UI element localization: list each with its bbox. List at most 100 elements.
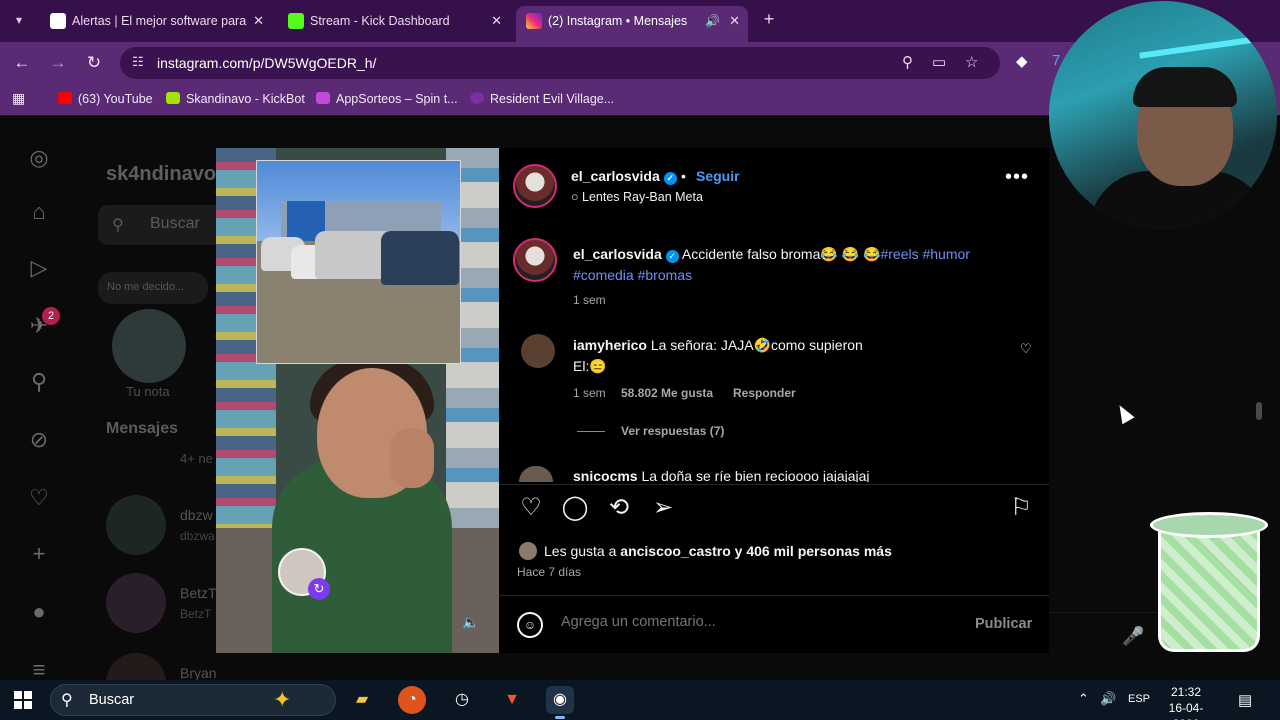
copilot-sparkle-icon: ✦ [273,687,292,712]
note-bubble[interactable]: No me decido... [98,272,208,304]
likes-user[interactable]: anciscoo_castro [620,543,731,559]
webcam-overlay [1049,1,1277,229]
like-comment-heart-icon[interactable]: ♡ [1020,341,1032,357]
hashtag[interactable]: #comedia [573,267,634,283]
save-bookmark-icon[interactable]: ⚐ [1007,494,1035,522]
divider [499,595,1049,596]
avatar [106,573,166,633]
tab-alertas[interactable]: Alertas | El mejor software para ✕ [40,6,272,36]
app-orange-icon[interactable]: ◔ [398,686,426,714]
comment-input[interactable] [561,614,941,630]
tab-search-menu-icon[interactable]: ▾ [8,9,30,31]
bin-body [1158,526,1260,652]
reply-button[interactable]: Responder [733,386,796,400]
install-app-icon[interactable]: ▭ [932,53,946,71]
view-replies-button[interactable]: Ver respuestas (7) [621,424,724,438]
reels-icon[interactable]: ▷ [26,255,52,281]
home-icon[interactable]: ⌂ [26,199,52,225]
likes-summary[interactable]: Les gusta a anciscoo_castro y 406 mil pe… [544,543,892,559]
clock[interactable]: 21:32 16-04-2026 [1156,684,1216,720]
file-explorer-icon[interactable]: ▰ [348,686,376,714]
conversation-name: Bryan [180,665,217,681]
tray-chevron-icon[interactable]: ⌃ [1078,691,1089,707]
microphone-icon[interactable]: 🎤 [1122,626,1144,647]
hashtag[interactable]: #reels [880,246,918,262]
like-heart-icon[interactable]: ♡ [517,494,545,522]
speaker-icon[interactable]: 🔊 [705,6,720,36]
commenter-avatar[interactable] [519,466,553,482]
note-avatar[interactable] [112,309,186,383]
tab-kick[interactable]: Stream - Kick Dashboard ✕ [278,6,510,36]
hashtag[interactable]: #bromas [638,267,692,283]
comment-likes[interactable]: 58.802 Me gusta [621,386,713,400]
apps-grid-icon[interactable]: ▦ [12,90,25,107]
brave-icon[interactable]: ▼ [498,686,526,714]
liker-avatar[interactable] [517,540,539,562]
account-username[interactable]: sk4ndinavo [106,163,216,186]
bookmark-resident-evil[interactable]: Resident Evil Village... [470,92,614,106]
comment-body-line2: El:😑 [573,358,607,374]
close-tab-icon[interactable]: ✕ [491,6,502,36]
notifications-heart-icon[interactable]: ♡ [26,485,52,511]
emoji-icon[interactable]: ☺ [517,612,543,638]
bookmark-kickbot[interactable]: Skandinavo - KickBot [166,92,305,106]
close-tab-icon[interactable]: ✕ [253,6,264,36]
bookmark-appsorteos[interactable]: AppSorteos – Spin t... [316,92,458,106]
close-tab-icon[interactable]: ✕ [729,6,740,36]
extension-icon[interactable]: ◆ [1016,52,1028,70]
bookmark-star-icon[interactable]: ☆ [965,53,978,71]
author-username[interactable]: el_carlosvida ✓ [571,168,677,185]
volume-icon[interactable]: 🔈 [462,614,479,631]
caption-avatar[interactable] [513,238,557,282]
comment-text: iamyherico La señora: JAJA🤣como supieron… [573,335,903,377]
repost-icon[interactable]: ⟲ [605,494,633,522]
new-tab-button[interactable]: + [758,9,780,31]
comment-age: 1 sem [573,386,606,400]
profile-avatar-icon[interactable]: ● [26,599,52,625]
back-icon[interactable]: ← [10,51,34,75]
publish-button[interactable]: Publicar [975,616,1032,632]
remix-icon[interactable]: ↻ [308,578,330,600]
forward-icon[interactable]: → [46,51,70,75]
chrome-icon[interactable]: ◉ [546,686,574,719]
comment-icon[interactable]: ◯ [561,494,589,522]
app-timer-icon[interactable]: ◷ [448,686,476,714]
url-text[interactable]: instagram.com/p/DW5WgOEDR_h/ [157,55,376,71]
language-indicator[interactable]: ESP [1128,693,1150,705]
caption-text: Accidente falso broma😂 😂 😂 [681,246,881,262]
device-text: Lentes Ray-Ban Meta [582,190,703,204]
device-label[interactable]: ○ Lentes Ray-Ban Meta [571,190,703,204]
taskbar-search[interactable]: ⚲ Buscar ✦ [50,684,336,716]
caption-username[interactable]: el_carlosvida [573,246,662,262]
follow-button[interactable]: Seguir [696,168,740,184]
comment-username[interactable]: snicocms [573,468,638,482]
explore-icon[interactable]: ⊘ [26,427,52,453]
hashtag[interactable]: #humor [922,246,969,262]
more-options-icon[interactable]: ••• [1005,167,1029,187]
comment-username[interactable]: iamyherico [573,337,647,353]
alertas-icon [50,13,66,29]
commenter-avatar[interactable] [521,334,555,368]
messages-badge: 2 [42,307,60,325]
new-requests-label[interactable]: 4+ ne [180,451,213,466]
screen: ▾ Alertas | El mejor software para ✕ Str… [0,0,1280,720]
windows-start-icon[interactable] [14,691,32,709]
reload-icon[interactable]: ↻ [82,51,106,75]
create-icon[interactable]: + [26,541,52,567]
scrollbar-thumb[interactable] [1256,402,1262,420]
instagram-logo-icon[interactable]: ◎ [26,145,52,171]
divider [577,431,605,432]
site-info-icon[interactable]: ☷ [132,54,144,70]
bookmark-youtube[interactable]: (63) YouTube [58,92,153,106]
circle-icon: ○ [571,190,583,204]
share-icon[interactable]: ➢ [649,494,677,522]
author-avatar[interactable] [513,164,557,208]
start-square [14,691,22,699]
address-bar[interactable]: ☷ instagram.com/p/DW5WgOEDR_h/ ⚲ ▭ ☆ [120,47,1000,79]
tab-instagram[interactable]: (2) Instagram • Mensajes 🔊 ✕ [516,6,748,42]
volume-tray-icon[interactable]: 🔊 [1100,691,1116,707]
search-icon[interactable]: ⚲ [26,369,52,395]
zoom-icon[interactable]: ⚲ [902,53,913,71]
notifications-icon[interactable]: ▤ [1238,691,1252,709]
post-details-panel: el_carlosvida ✓ • Seguir ○ Lentes Ray-Ban… [499,148,1049,653]
